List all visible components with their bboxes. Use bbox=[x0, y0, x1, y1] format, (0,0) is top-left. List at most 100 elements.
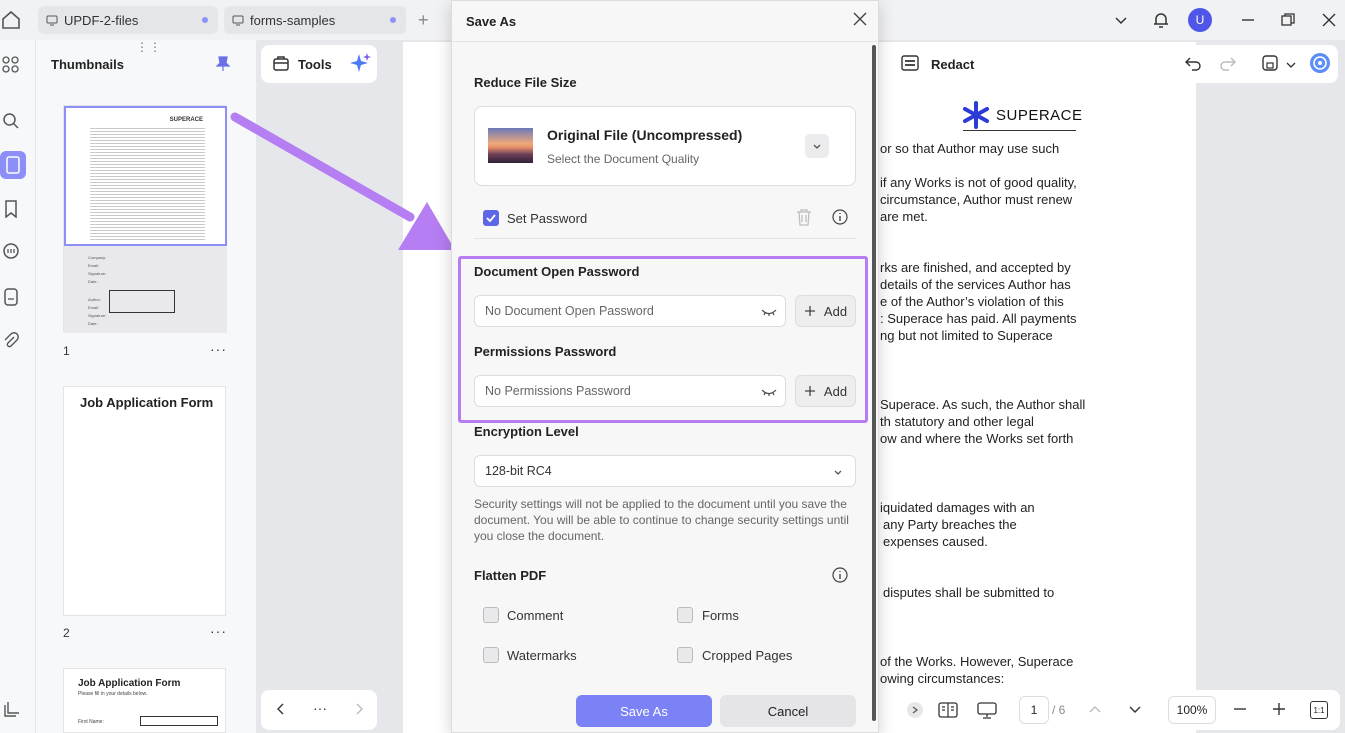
page-layout-icon[interactable] bbox=[938, 701, 958, 722]
page-number-input[interactable]: 1 bbox=[1019, 696, 1049, 724]
annotation-arrow-icon bbox=[230, 112, 455, 250]
document-text-line: rks are finished, and accepted by bbox=[880, 260, 1071, 275]
layers-icon[interactable] bbox=[0, 699, 22, 721]
chevron-down-icon[interactable] bbox=[1286, 58, 1296, 73]
page-2-more-button[interactable]: ··· bbox=[210, 623, 227, 639]
chevron-down-icon[interactable] bbox=[1128, 704, 1142, 719]
page-thumbnail-2[interactable]: Job Application Form bbox=[63, 386, 226, 616]
thumb-line: Signature: bbox=[88, 313, 107, 318]
page-controls: 1 / 6 100% 1:1 bbox=[900, 690, 1340, 730]
forms-checkbox[interactable] bbox=[677, 607, 693, 623]
home-icon[interactable] bbox=[0, 9, 22, 31]
quality-selector[interactable]: Original File (Uncompressed) Select the … bbox=[474, 106, 856, 186]
zoom-in-icon[interactable] bbox=[1272, 702, 1286, 719]
actual-size-icon[interactable]: 1:1 bbox=[1310, 701, 1328, 719]
close-window-icon[interactable] bbox=[1321, 8, 1337, 32]
minimize-icon[interactable] bbox=[1240, 8, 1256, 32]
presentation-icon[interactable] bbox=[977, 701, 997, 722]
close-icon[interactable] bbox=[852, 11, 868, 30]
thumb-line: Email: bbox=[88, 305, 100, 310]
thumbnail-heading: Job Application Form bbox=[80, 395, 214, 410]
save-icon[interactable] bbox=[1261, 54, 1279, 75]
ai-sparkle-icon[interactable] bbox=[349, 52, 372, 77]
chevron-right-icon[interactable] bbox=[353, 702, 365, 719]
bookmark-icon[interactable] bbox=[0, 198, 22, 220]
document-text-line: if any Works is not of good quality, bbox=[880, 175, 1077, 190]
chevron-up-icon[interactable] bbox=[1088, 703, 1102, 718]
cropped-pages-checkbox[interactable] bbox=[677, 647, 693, 663]
document-text-line: e of the Author’s violation of this bbox=[880, 294, 1064, 309]
form-icon[interactable] bbox=[0, 286, 22, 308]
redo-icon[interactable] bbox=[1220, 55, 1236, 74]
document-text-line: ow and where the Works set forth bbox=[880, 431, 1074, 446]
thumbnails-icon[interactable] bbox=[0, 151, 26, 179]
tools-button[interactable]: Tools bbox=[261, 45, 377, 83]
attachment-icon[interactable] bbox=[0, 330, 22, 352]
encryption-label: Encryption Level bbox=[474, 424, 579, 439]
tab-label: UPDF-2-files bbox=[64, 12, 139, 28]
document-text-line: th statutory and other legal bbox=[880, 414, 1034, 429]
dialog-scrollbar[interactable] bbox=[872, 45, 876, 721]
trash-icon[interactable] bbox=[796, 208, 812, 230]
grid-icon[interactable] bbox=[0, 54, 22, 76]
document-text-line: circumstance, Author must renew bbox=[880, 192, 1073, 207]
document-text-line: details of the services Author has bbox=[880, 277, 1071, 292]
search-icon[interactable] bbox=[0, 110, 22, 132]
watermarks-checkbox[interactable] bbox=[483, 647, 499, 663]
new-tab-button[interactable]: + bbox=[418, 10, 429, 31]
document-text-line: owing circumstances: bbox=[880, 671, 1005, 686]
encryption-select[interactable]: 128-bit RC4 bbox=[474, 455, 856, 487]
thumbnail-signature-box bbox=[109, 290, 175, 313]
thumbnail-field-box bbox=[140, 716, 218, 726]
encryption-value: 128-bit RC4 bbox=[485, 464, 552, 478]
logo-underline bbox=[963, 130, 1076, 131]
page-thumbnail-1[interactable]: SUPERACE Company: Email: Signature: Date… bbox=[63, 105, 227, 333]
chevron-down-icon bbox=[833, 467, 843, 481]
tools-label: Tools bbox=[298, 56, 332, 72]
chevron-down-icon[interactable] bbox=[805, 134, 829, 158]
resize-grip[interactable]: ⋮⋮ bbox=[136, 40, 162, 54]
tab-forms-samples[interactable]: forms-samples bbox=[224, 6, 406, 34]
thumb-line: Company: bbox=[88, 255, 107, 260]
restore-icon[interactable] bbox=[1280, 8, 1296, 32]
thumbnails-title: Thumbnails bbox=[51, 57, 124, 72]
chevron-down-icon[interactable] bbox=[1113, 8, 1129, 32]
page-thumbnail-3[interactable]: Job Application Form Please fill in your… bbox=[63, 668, 226, 733]
redact-button[interactable]: Redact bbox=[884, 45, 981, 83]
redact-icon bbox=[901, 54, 919, 75]
document-text-line: disputes shall be submitted to bbox=[883, 585, 1055, 600]
page-1-more-button[interactable]: ··· bbox=[210, 341, 227, 357]
unsaved-dot bbox=[390, 17, 396, 23]
set-password-checkbox[interactable] bbox=[483, 210, 499, 226]
comment-icon[interactable] bbox=[0, 240, 22, 262]
thumb-line: Author: bbox=[88, 297, 101, 302]
thumb-line: Date: bbox=[88, 321, 98, 326]
document-text-line: expenses caused. bbox=[883, 534, 988, 549]
tab-updf-2-files[interactable]: UPDF-2-files bbox=[38, 6, 218, 34]
avatar[interactable]: U bbox=[1188, 8, 1212, 32]
document-text-line: are met. bbox=[880, 209, 928, 224]
reduce-size-label: Reduce File Size bbox=[474, 75, 577, 90]
page-number-2: 2 bbox=[63, 626, 70, 640]
quality-subtitle: Select the Document Quality bbox=[547, 152, 700, 166]
more-icon[interactable]: ··· bbox=[313, 700, 327, 716]
collapse-icon[interactable] bbox=[907, 702, 923, 718]
ai-assistant-icon[interactable] bbox=[1309, 52, 1331, 77]
info-icon[interactable] bbox=[832, 567, 848, 586]
document-text-line: or so that Author may use such bbox=[880, 141, 1060, 156]
undo-icon[interactable] bbox=[1185, 55, 1201, 74]
toolbox-icon bbox=[272, 54, 290, 75]
page-thumbnail-selection: SUPERACE bbox=[64, 106, 227, 246]
document-logo: SUPERACE bbox=[962, 101, 1083, 129]
thumb-line: Date: bbox=[88, 279, 98, 284]
info-icon[interactable] bbox=[832, 209, 848, 228]
document-text-line: : Superace has paid. All payments bbox=[880, 311, 1077, 326]
chevron-left-icon[interactable] bbox=[275, 702, 287, 719]
comment-checkbox[interactable] bbox=[483, 607, 499, 623]
save-as-button[interactable]: Save As bbox=[576, 695, 712, 727]
pin-icon[interactable] bbox=[215, 56, 231, 75]
zoom-out-icon[interactable] bbox=[1233, 702, 1247, 719]
bell-icon[interactable] bbox=[1151, 8, 1171, 32]
zoom-input[interactable]: 100% bbox=[1168, 696, 1216, 724]
cancel-button[interactable]: Cancel bbox=[720, 695, 856, 727]
